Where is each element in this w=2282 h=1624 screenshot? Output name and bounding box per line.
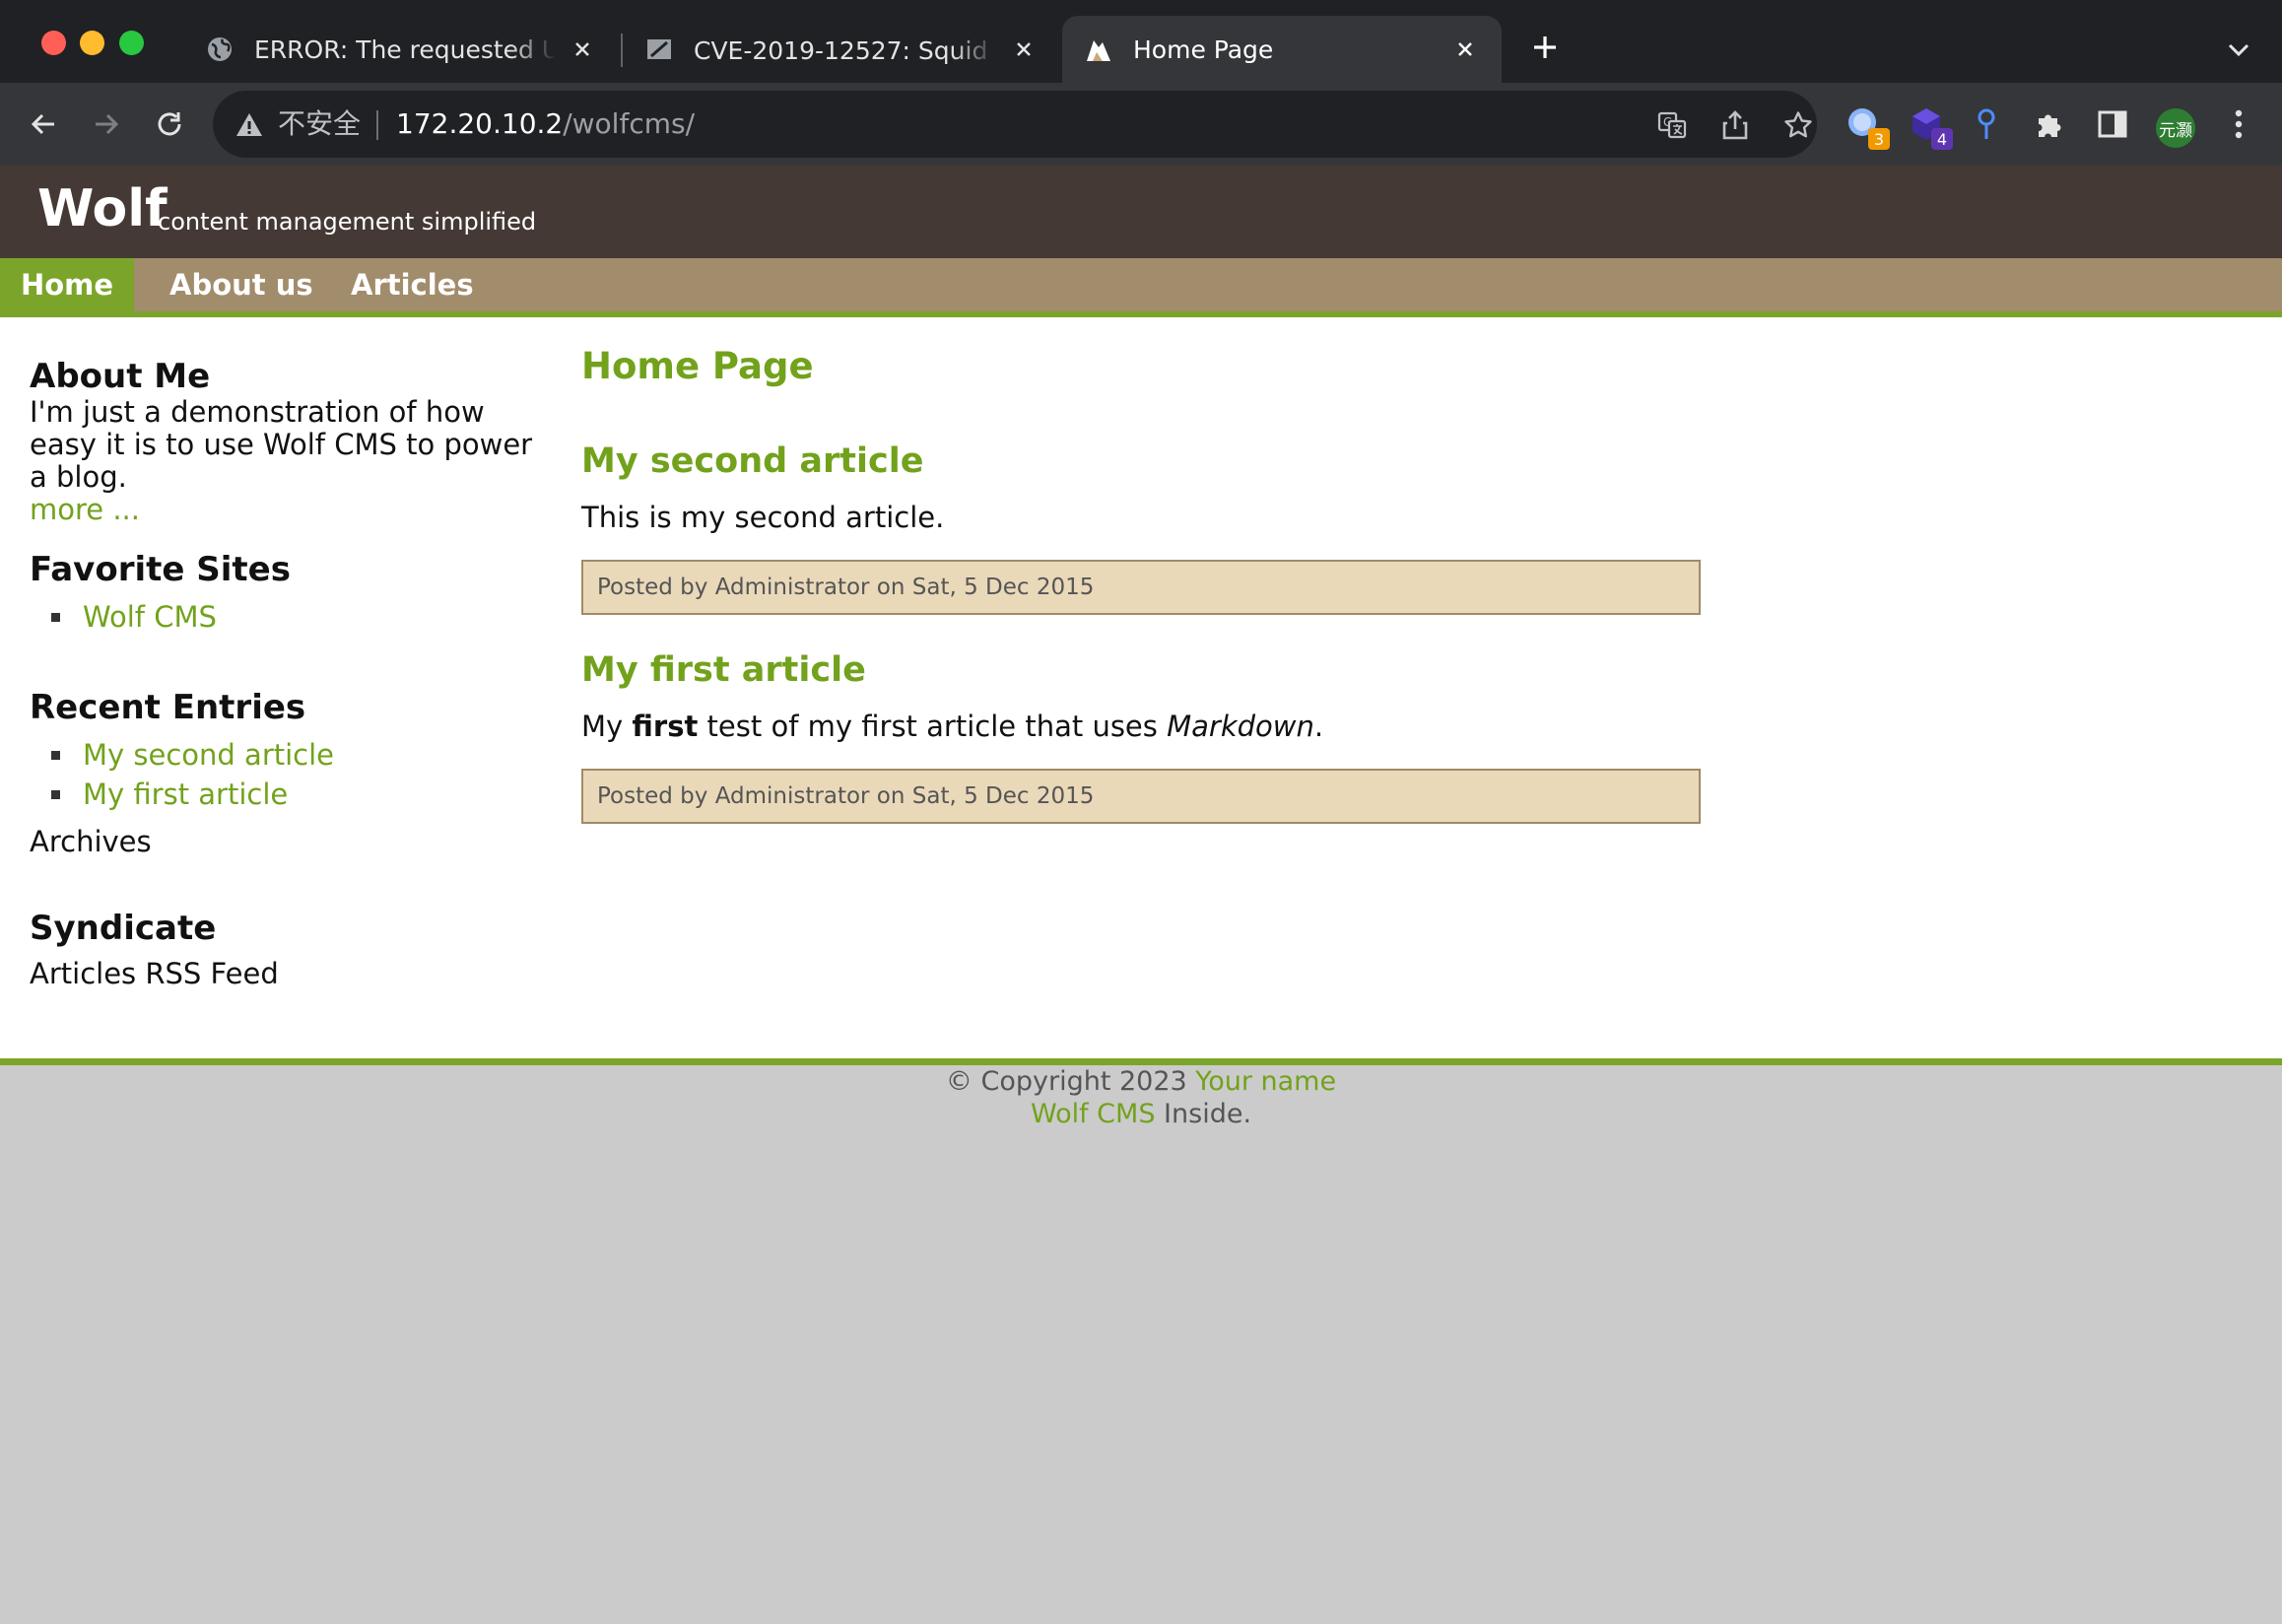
- favorite-sites-list: Wolf CMS: [51, 597, 217, 637]
- rss-feed-link[interactable]: Articles RSS Feed: [30, 958, 279, 990]
- avatar[interactable]: 元灏: [2156, 108, 2195, 148]
- article-body: My first test of my first article that u…: [581, 710, 1323, 743]
- article-info: Posted by Administrator on Sat, 5 Dec 20…: [581, 769, 1701, 824]
- about-me-body: I'm just a demonstration of how easy it …: [30, 395, 533, 494]
- pin-extension-icon[interactable]: [1961, 99, 2012, 150]
- url-text[interactable]: 172.20.10.2/wolfcms/: [396, 105, 695, 143]
- share-icon[interactable]: [1718, 108, 1752, 142]
- menu-kebab-icon[interactable]: [2213, 99, 2264, 150]
- nav-articles[interactable]: Articles: [323, 258, 502, 311]
- tab-title: Home Page: [1133, 34, 1274, 64]
- article-body: This is my second article.: [581, 501, 945, 534]
- site-logo[interactable]: Wolf: [37, 179, 168, 238]
- tab-cve[interactable]: CVE-2019-12527: Squid 远程: [623, 16, 1060, 83]
- tab-error[interactable]: ERROR: The requested URL could not be re…: [183, 16, 619, 83]
- zhihu-like-icon: [644, 34, 674, 64]
- warning-icon[interactable]: [235, 110, 264, 140]
- close-tab-icon[interactable]: [568, 34, 597, 64]
- address-bar[interactable]: 不安全 172.20.10.2/wolfcms/ G: [213, 91, 1817, 158]
- sidepanel-icon[interactable]: [2087, 99, 2138, 150]
- article-text: My: [581, 710, 633, 743]
- list-item: My first article: [50, 775, 334, 814]
- powered-by-line: Wolf CMS Inside.: [0, 1098, 2282, 1130]
- reload-icon[interactable]: [146, 101, 193, 148]
- site-header: Wolf content management simplified: [0, 166, 2282, 258]
- puzzle-icon[interactable]: [2024, 99, 2075, 150]
- minimize-window-button[interactable]: [80, 31, 104, 55]
- recent-entries-list: My second article My first article: [50, 735, 334, 814]
- url-path: /wolfcms/: [563, 107, 696, 140]
- article-text: .: [1313, 710, 1324, 743]
- site-footer: © Copyright 2023 Your name Wolf CMS Insi…: [0, 1065, 2282, 1130]
- browser-chrome: ERROR: The requested URL could not be re…: [0, 0, 2282, 166]
- favorite-site-link[interactable]: Wolf CMS: [83, 600, 217, 634]
- close-tab-icon[interactable]: [1009, 34, 1039, 64]
- close-window-button[interactable]: [41, 31, 66, 55]
- main-nav: Home About us Articles: [0, 258, 2282, 317]
- wolf-icon: [1084, 34, 1113, 64]
- article-info: Posted by Administrator on Sat, 5 Dec 20…: [581, 560, 1701, 615]
- extension-badge: 3: [1868, 128, 1890, 150]
- your-name-link[interactable]: Your name: [1195, 1066, 1336, 1097]
- nav-about-us[interactable]: About us: [142, 258, 341, 311]
- archives-link[interactable]: Archives: [30, 826, 152, 858]
- web-page: Wolf content management simplified Home …: [0, 166, 2282, 1624]
- nav-home[interactable]: Home: [0, 258, 134, 311]
- tab-home-page[interactable]: Home Page: [1062, 16, 1502, 83]
- forward-icon[interactable]: [83, 101, 130, 148]
- article-text: test of my first article that uses: [698, 710, 1168, 743]
- favorite-sites-heading: Favorite Sites: [30, 550, 291, 589]
- article-bold-text: first: [632, 710, 699, 743]
- tab-strip: ERROR: The requested URL could not be re…: [0, 0, 2282, 83]
- close-tab-icon[interactable]: [1450, 34, 1480, 64]
- list-item: My second article: [50, 735, 334, 775]
- article-title[interactable]: My second article: [581, 441, 923, 481]
- translate-icon[interactable]: G: [1655, 108, 1689, 142]
- tab-title: CVE-2019-12527: Squid 远程: [694, 36, 997, 65]
- browser-toolbar: 不安全 172.20.10.2/wolfcms/ G 3 4 元灏: [0, 83, 2282, 166]
- main-area: About Me I'm just a demonstration of how…: [0, 317, 2282, 1065]
- list-item: Wolf CMS: [51, 597, 217, 637]
- globe-icon: [205, 34, 235, 64]
- url-host: 172.20.10.2: [396, 107, 564, 140]
- recent-entries-heading: Recent Entries: [30, 688, 306, 727]
- back-icon[interactable]: [20, 101, 67, 148]
- bookmark-star-icon[interactable]: [1781, 108, 1815, 142]
- maximize-window-button[interactable]: [119, 31, 144, 55]
- recent-entry-link[interactable]: My first article: [83, 778, 288, 811]
- new-tab-icon[interactable]: [1525, 28, 1565, 67]
- copyright-text: © Copyright 2023: [945, 1066, 1196, 1097]
- tab-title: ERROR: The requested URL could not be re…: [254, 34, 556, 64]
- site-tagline: content management simplified: [158, 208, 537, 236]
- article-title-link[interactable]: My first article: [581, 650, 866, 690]
- article-title-link[interactable]: My second article: [581, 441, 923, 481]
- wolf-cms-link[interactable]: Wolf CMS: [1031, 1099, 1156, 1129]
- article-emphasis-text: Markdown: [1167, 710, 1314, 743]
- copyright-line: © Copyright 2023 Your name: [0, 1065, 2282, 1098]
- tab-search-chevron-icon[interactable]: [2221, 32, 2256, 67]
- about-more-link[interactable]: more ...: [30, 493, 140, 526]
- omnibox-divider: [376, 110, 378, 140]
- about-me-text: I'm just a demonstration of how easy it …: [30, 396, 542, 526]
- inside-text: Inside.: [1155, 1099, 1252, 1129]
- article-title[interactable]: My first article: [581, 650, 866, 690]
- cube-extension-icon[interactable]: 4: [1902, 99, 1953, 150]
- extension-badge: 4: [1931, 128, 1953, 150]
- syndicate-heading: Syndicate: [30, 909, 217, 948]
- recent-entry-link[interactable]: My second article: [83, 738, 334, 772]
- about-me-heading: About Me: [30, 357, 211, 396]
- bubble-extension-icon[interactable]: 3: [1839, 99, 1890, 150]
- not-secure-label[interactable]: 不安全: [278, 105, 361, 143]
- page-title: Home Page: [581, 345, 814, 387]
